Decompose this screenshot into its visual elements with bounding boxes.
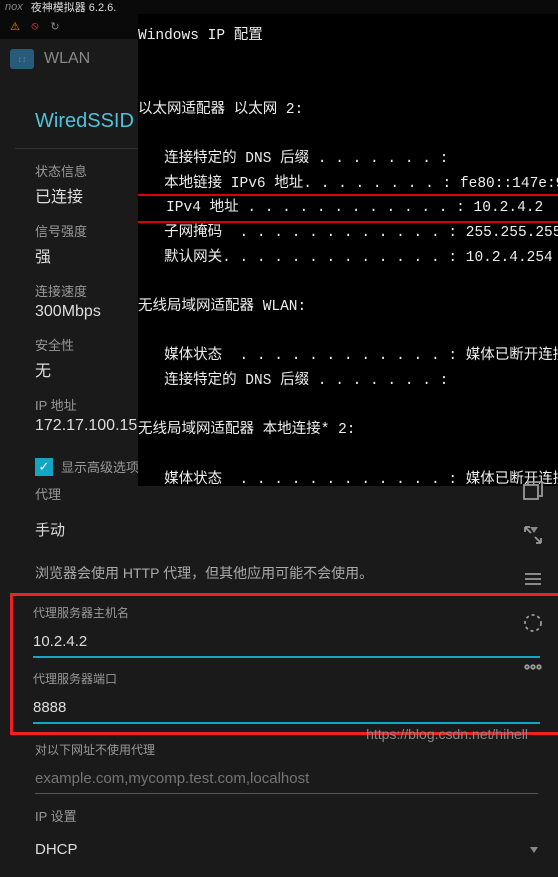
- term-line: 无线局域网适配器 WLAN:: [138, 299, 306, 315]
- ip-settings-value: DHCP: [35, 841, 78, 858]
- term-line: 以太网适配器 以太网 2:: [138, 102, 303, 118]
- menu-button[interactable]: [520, 566, 546, 592]
- dropdown-arrow-icon: [530, 847, 538, 853]
- term-line: 媒体状态 . . . . . . . . . . . . : 媒体已断开连接: [138, 348, 558, 364]
- emulator-logo: nox: [5, 1, 23, 13]
- cmd-terminal: Windows IP 配置 以太网适配器 以太网 2: 连接特定的 DNS 后缀…: [138, 14, 558, 486]
- show-advanced-label: 显示高级选项: [61, 457, 139, 476]
- multi-window-button[interactable]: [520, 478, 546, 504]
- term-line: 连接特定的 DNS 后缀 . . . . . . . :: [138, 373, 448, 389]
- wlan-toggle-icon[interactable]: ↕↕: [10, 49, 34, 69]
- loading-icon[interactable]: [520, 610, 546, 636]
- highlight-box: 代理服务器主机名 代理服务器端口: [10, 593, 558, 735]
- proxy-label: 代理: [35, 484, 538, 503]
- emulator-titlebar: nox 夜神模拟器 6.2.6.: [0, 0, 558, 14]
- term-ipv6: fe80::147e:9f7: [460, 176, 558, 192]
- ip-settings-dropdown[interactable]: DHCP: [35, 828, 538, 871]
- wlan-title: WLAN: [44, 50, 90, 68]
- term-line: 子网掩码 . . . . . . . . . . . . : 255.255.2…: [138, 225, 558, 241]
- fullscreen-button[interactable]: [520, 522, 546, 548]
- term-line: 媒体状态 . . . . . . . . . . . . : 媒体已断开连接: [138, 472, 558, 486]
- emulator-title: 夜神模拟器 6.2.6.: [31, 0, 117, 15]
- ipv4-highlight: IPv4 地址 . . . . . . . . . . . . : 10.2.4…: [138, 194, 558, 223]
- warning-icon: ⚠: [8, 20, 22, 34]
- term-ipv4-label: IPv4 地址 . . . . . . . . . . . . :: [140, 200, 465, 216]
- checkbox-icon[interactable]: ✓: [35, 458, 53, 476]
- emulator-right-toolbar: [508, 470, 558, 680]
- sync-icon: ↻: [48, 20, 62, 34]
- proxy-note: 浏览器会使用 HTTP 代理，但其他应用可能不会使用。: [15, 553, 558, 593]
- proxy-host-label: 代理服务器主机名: [33, 604, 540, 621]
- no-sim-icon: ⦸: [28, 20, 42, 34]
- proxy-value: 手动: [35, 519, 65, 540]
- proxy-dropdown[interactable]: 手动: [35, 506, 538, 553]
- term-line: 无线局域网适配器 本地连接* 2:: [138, 422, 356, 438]
- watermark: https://blog.csdn.net/hihell: [366, 726, 528, 742]
- ip-settings-label: IP 设置: [35, 806, 538, 825]
- term-line: Windows IP 配置: [138, 28, 263, 44]
- term-line: 本地链接 IPv6 地址. . . . . . . . :: [138, 176, 451, 192]
- proxy-host-input[interactable]: [33, 627, 540, 658]
- proxy-port-label: 代理服务器端口: [33, 670, 540, 687]
- proxy-port-input[interactable]: [33, 693, 540, 724]
- term-line: 默认网关. . . . . . . . . . . . . : 10.2.4.2…: [138, 250, 553, 266]
- term-ipv4-value: 10.2.4.2: [465, 200, 558, 216]
- term-line: 连接特定的 DNS 后缀 . . . . . . . :: [138, 151, 448, 167]
- bypass-input[interactable]: [35, 764, 538, 794]
- more-button[interactable]: [520, 654, 546, 680]
